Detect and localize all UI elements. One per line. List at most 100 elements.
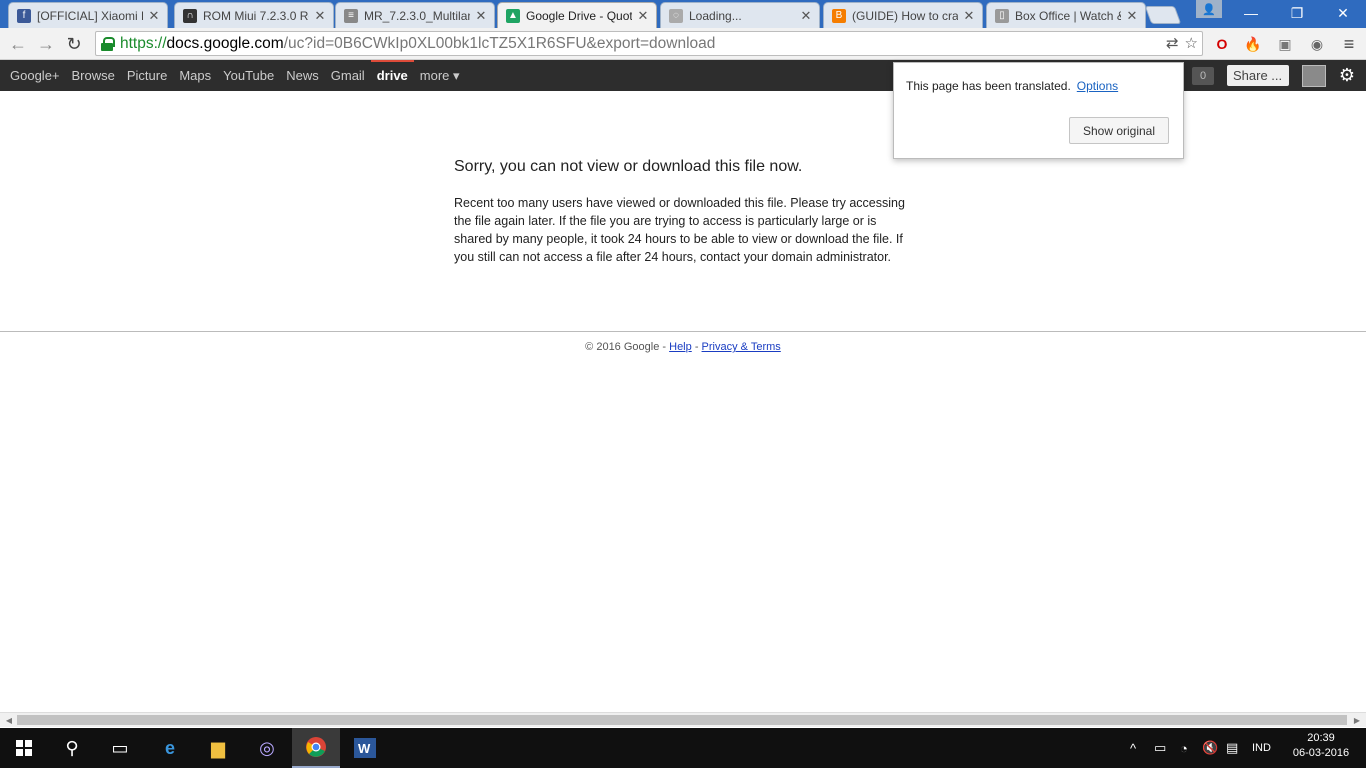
url-path: /uc?id=0B6CWkIp0XL00bk1lcTZ5X1R6SFU&expo…: [283, 34, 716, 52]
error-content: Sorry, you can not view or download this…: [454, 158, 914, 266]
close-window-icon[interactable]: ✕: [1320, 0, 1366, 26]
url-host: docs.google.com: [166, 34, 284, 52]
translate-icon[interactable]: ⇄: [1166, 34, 1179, 52]
windows-start-icon[interactable]: [0, 728, 48, 768]
close-tab-icon[interactable]: ✕: [799, 8, 813, 24]
gbar-item-news[interactable]: News: [286, 60, 319, 91]
tab-5[interactable]: ◌ Loading... ✕: [660, 2, 820, 28]
language-indicator[interactable]: IND: [1252, 728, 1271, 768]
clock[interactable]: 20:39 06-03-2016: [1286, 731, 1356, 761]
gbar-item-gmail[interactable]: Gmail: [331, 60, 365, 91]
tab-title: Google Drive - Quot: [526, 8, 632, 23]
gbar-item-picture[interactable]: Picture: [127, 60, 167, 91]
page-icon: ▯: [995, 8, 1009, 23]
lock-icon: [100, 36, 115, 51]
minimize-icon[interactable]: —: [1228, 0, 1274, 26]
browser-toolbar: ← → ↻ https://docs.google.com/uc?id=0B6C…: [0, 28, 1366, 60]
error-message: Recent too many users have viewed or dow…: [454, 196, 905, 264]
address-bar[interactable]: https://docs.google.com/uc?id=0B6CWkIp0X…: [95, 31, 1203, 56]
opera-extension-icon[interactable]: O: [1212, 34, 1232, 54]
notifications-icon[interactable]: ▤: [1226, 728, 1238, 768]
close-tab-icon[interactable]: ✕: [147, 8, 161, 24]
torrent-icon[interactable]: ◎: [243, 728, 291, 768]
gbar-item-more[interactable]: more ▾: [420, 60, 460, 91]
task-view-icon[interactable]: ▭: [96, 728, 144, 768]
close-tab-icon[interactable]: ✕: [313, 8, 327, 24]
edge-icon[interactable]: e: [146, 728, 194, 768]
clock-time: 20:39: [1307, 732, 1335, 744]
tab-strip: f [OFFICIAL] Xiaomi Re ✕ ∩ ROM Miui 7.2.3.0 …: [0, 0, 1366, 28]
translate-message: This page has been translated.: [906, 79, 1071, 93]
scroll-left-icon[interactable]: ◀: [2, 714, 16, 726]
notification-count[interactable]: 0: [1192, 67, 1214, 85]
loading-spinner-icon: ◌: [669, 8, 683, 23]
tab-title: (GUIDE) How to crac: [852, 8, 958, 23]
tab-title: Box Office | Watch &: [1015, 8, 1121, 23]
bookmark-star-icon[interactable]: ☆: [1185, 34, 1198, 52]
drive-icon: ▲: [506, 8, 520, 23]
tab-3[interactable]: ≡ MR_7.2.3.0_Multilang ✕: [335, 2, 495, 28]
word-icon[interactable]: W: [341, 728, 389, 768]
scrollbar-thumb[interactable]: [17, 715, 1347, 725]
new-tab-button[interactable]: [1144, 6, 1182, 24]
battery-icon[interactable]: ▭: [1154, 728, 1166, 768]
options-link[interactable]: Options: [1077, 79, 1118, 93]
tab-1[interactable]: f [OFFICIAL] Xiaomi Re ✕: [8, 2, 168, 28]
tab-title: MR_7.2.3.0_Multilang: [364, 8, 470, 23]
page-title: Sorry, you can not view or download this…: [454, 158, 803, 175]
file-explorer-icon[interactable]: ▆: [194, 728, 242, 768]
search-icon[interactable]: ⚲: [48, 728, 96, 768]
google-bar-nav: Google+ Browse Picture Maps YouTube News Gmail…: [10, 60, 472, 91]
wifi-icon[interactable]: ◔: [1180, 728, 1188, 768]
tab-title: ROM Miui 7.2.3.0 Re: [203, 8, 309, 23]
arch-icon: ∩: [183, 8, 197, 23]
gear-icon[interactable]: ⚙: [1336, 64, 1358, 86]
tab-7[interactable]: ▯ Box Office | Watch & ✕: [986, 2, 1146, 28]
help-link[interactable]: Help: [669, 341, 692, 353]
scroll-right-icon[interactable]: ▶: [1350, 714, 1364, 726]
show-original-button[interactable]: Show original: [1069, 117, 1169, 144]
copyright-text: © 2016 Google -: [585, 341, 667, 353]
tab-6[interactable]: B (GUIDE) How to crac ✕: [823, 2, 983, 28]
translate-popup: This page has been translated. Options Sh…: [893, 62, 1184, 159]
facebook-icon: f: [17, 8, 31, 23]
blogger-icon: B: [832, 8, 846, 23]
tab-title: [OFFICIAL] Xiaomi Re: [37, 8, 143, 23]
profile-icon[interactable]: 👤: [1196, 0, 1222, 18]
back-icon[interactable]: ←: [6, 32, 30, 56]
taskbar: ⚲ ▭ e ▆ ◎ W ^ ▭ ◔ 🔇 ▤ IND 20:39 06-03-20…: [0, 728, 1366, 768]
restore-icon[interactable]: ❐: [1274, 0, 1320, 26]
svg-text:W: W: [358, 741, 371, 756]
show-hidden-icons[interactable]: ^: [1130, 728, 1136, 768]
globe-extension-icon[interactable]: ◉: [1307, 34, 1327, 54]
privacy-terms-link[interactable]: Privacy & Terms: [702, 341, 781, 353]
download-icon: ≡: [344, 8, 358, 23]
close-tab-icon[interactable]: ✕: [962, 8, 976, 24]
close-tab-icon[interactable]: ✕: [1125, 8, 1139, 24]
avatar[interactable]: [1302, 65, 1326, 87]
horizontal-scrollbar[interactable]: ◀ ▶: [0, 712, 1366, 727]
volume-muted-icon[interactable]: 🔇: [1202, 728, 1218, 768]
extension-icon[interactable]: ▣: [1275, 34, 1295, 54]
tab-2[interactable]: ∩ ROM Miui 7.2.3.0 Re ✕: [174, 2, 334, 28]
gbar-item-maps[interactable]: Maps: [179, 60, 211, 91]
reload-icon[interactable]: ↻: [62, 32, 86, 56]
footer: © 2016 Google - Help - Privacy & Terms: [0, 341, 1366, 353]
close-tab-icon[interactable]: ✕: [474, 8, 488, 24]
url-scheme: https://: [120, 34, 167, 52]
tab-title: Loading...: [689, 8, 742, 23]
clock-date: 06-03-2016: [1292, 747, 1350, 759]
menu-icon[interactable]: ≡: [1339, 34, 1359, 54]
close-tab-icon[interactable]: ✕: [636, 8, 650, 24]
gbar-item-browse[interactable]: Browse: [72, 60, 115, 91]
gbar-item-drive[interactable]: drive: [370, 60, 414, 91]
gbar-item-google[interactable]: Google+: [10, 60, 60, 91]
footer-separator: -: [694, 341, 699, 353]
tab-4[interactable]: ▲ Google Drive - Quot ✕: [497, 2, 657, 28]
forward-icon[interactable]: →: [34, 32, 58, 56]
share-button[interactable]: Share ...: [1227, 65, 1289, 86]
gbar-item-youtube[interactable]: YouTube: [223, 60, 274, 91]
chrome-icon[interactable]: [292, 728, 340, 768]
fire-extension-icon[interactable]: 🔥: [1243, 34, 1263, 54]
footer-divider: [0, 331, 1366, 332]
